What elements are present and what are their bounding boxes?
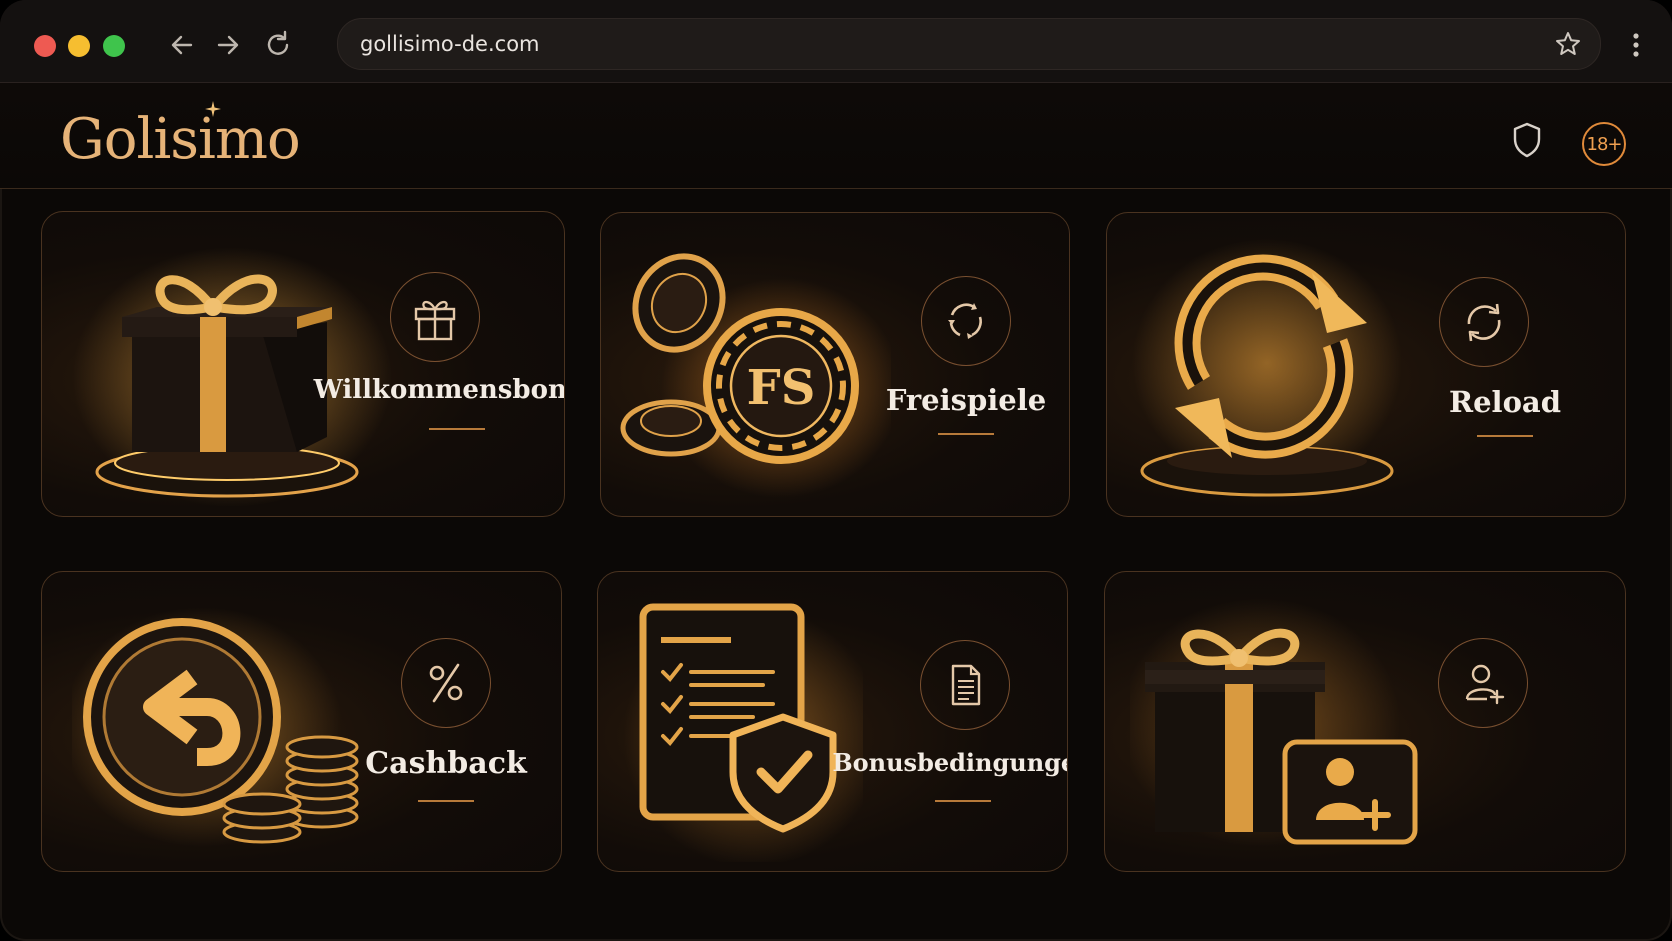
browser-window: gollisimo-de.com Golisimo 18+ Willkommen… [0,0,1672,941]
label-underline [429,428,485,430]
card-label: Willkommensbonus [313,375,565,405]
site-logo[interactable]: Golisimo [60,107,301,172]
label-underline [1477,435,1533,437]
checklist-shield-art [623,603,863,862]
close-window-button[interactable] [34,35,56,57]
cashback-coin-art [72,607,359,847]
reload-icon [1439,277,1529,367]
shield-icon[interactable] [1510,121,1544,159]
card-label: Bonusbedingungen [832,748,1068,777]
card-label: Reload [1449,385,1561,419]
card-bonus-terms[interactable]: Bonusbedingungen [597,571,1068,872]
reload-arrows-art [1132,238,1402,497]
sparkle-icon [205,101,221,117]
label-underline [935,800,991,802]
minimize-window-button[interactable] [68,35,90,57]
gift-user-art [1130,597,1418,847]
document-icon [920,640,1010,730]
label-underline [418,800,474,802]
add-user-icon [1438,638,1528,728]
browser-toolbar: gollisimo-de.com [0,0,1672,83]
refresh-dots-icon [921,276,1011,366]
forward-arrow-icon[interactable] [211,28,245,62]
card-free-spins[interactable]: FS Freispiele [600,212,1070,517]
svg-text:FS: FS [747,360,816,416]
card-label: Cashback [365,746,527,781]
card-welcome-bonus[interactable]: Willkommensbonus [41,211,565,517]
card-cashback[interactable]: Cashback [41,571,562,872]
age-restriction-badge: 18+ [1582,122,1626,166]
fs-chips-art: FS [620,253,891,498]
percent-icon [401,638,491,728]
back-arrow-icon[interactable] [165,28,199,62]
card-reload[interactable]: Reload [1106,212,1626,517]
bookmark-star-icon[interactable] [1554,30,1582,58]
card-label: Freispiele [885,383,1047,417]
reload-page-icon[interactable] [261,28,295,62]
browser-menu-icon[interactable] [1624,28,1648,62]
address-bar[interactable]: gollisimo-de.com [337,18,1601,70]
maximize-window-button[interactable] [103,35,125,57]
label-underline [938,433,994,435]
site-header: Golisimo 18+ [0,83,1672,189]
card-referral[interactable] [1104,571,1626,872]
address-bar-url: gollisimo-de.com [360,32,540,56]
gift-icon [390,272,480,362]
